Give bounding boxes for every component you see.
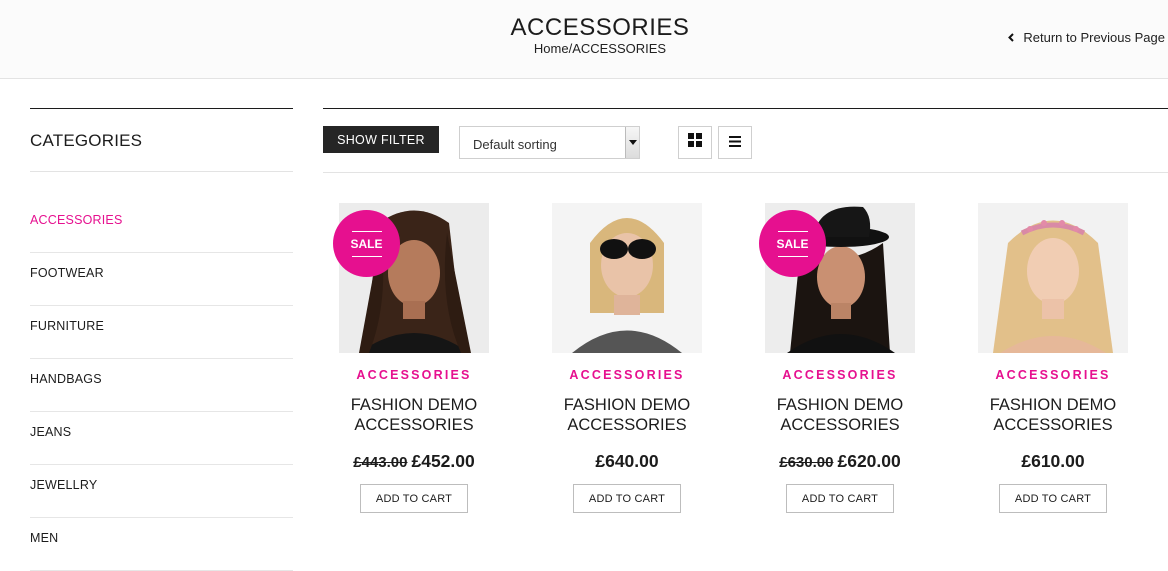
product-category-link[interactable]: ACCESSORIES — [749, 368, 931, 382]
page-title: ACCESSORIES — [510, 14, 690, 41]
add-to-cart-button[interactable]: ADD TO CART — [999, 484, 1107, 513]
shop-toolbar: SHOW FILTER Default sorting — [323, 109, 1168, 172]
category-item-accessories[interactable]: ACCESSORIES — [30, 200, 293, 253]
product-category-link[interactable]: ACCESSORIES — [323, 368, 505, 382]
sale-badge-label: SALE — [350, 236, 383, 251]
sorting-select-value: Default sorting — [473, 137, 557, 152]
product-price: £630.00 £620.00 — [749, 451, 931, 472]
toolbar-divider — [323, 172, 1168, 173]
product-category-link[interactable]: ACCESSORIES — [536, 368, 718, 382]
product-card: ACCESSORIES FASHION DEMO ACCESSORIES £61… — [962, 203, 1144, 513]
sale-badge-label: SALE — [776, 236, 809, 251]
product-title-line: ACCESSORIES — [567, 416, 687, 434]
product-title-line: ACCESSORIES — [354, 416, 474, 434]
product-title-line: ACCESSORIES — [993, 416, 1113, 434]
product-card: ACCESSORIES FASHION DEMO ACCESSORIES £64… — [536, 203, 718, 513]
category-item-handbags[interactable]: HANDBAGS — [30, 359, 293, 412]
old-price: £630.00 — [779, 454, 834, 471]
sale-badge: SALE — [759, 210, 826, 277]
product-image[interactable] — [552, 203, 702, 353]
current-price: £610.00 — [1021, 451, 1085, 471]
page-header: ACCESSORIES Home/ACCESSORIES Return to P… — [0, 0, 1168, 79]
breadcrumb-home[interactable]: Home — [534, 41, 569, 56]
product-title-line: FASHION DEMO — [563, 396, 691, 414]
sidebar-divider — [30, 171, 293, 172]
grid-icon — [688, 133, 702, 152]
product-title[interactable]: FASHION DEMO ACCESSORIES — [749, 395, 931, 435]
category-list: ACCESSORIES FOOTWEAR FURNITURE HANDBAGS … — [30, 200, 293, 571]
sale-badge: SALE — [333, 210, 400, 277]
sidebar-divider — [30, 108, 293, 109]
product-category-link[interactable]: ACCESSORIES — [962, 368, 1144, 382]
product-title-line: FASHION DEMO — [776, 396, 904, 414]
product-title[interactable]: FASHION DEMO ACCESSORIES — [323, 395, 505, 435]
sorting-select[interactable]: Default sorting — [459, 126, 640, 159]
category-item-furniture[interactable]: FURNITURE — [30, 306, 293, 359]
product-title[interactable]: FASHION DEMO ACCESSORIES — [536, 395, 718, 435]
product-card: SALE ACCESSORIES FASHION DEMO ACCESSORIE… — [749, 203, 931, 513]
return-to-previous-link[interactable]: Return to Previous Page — [1008, 30, 1165, 45]
list-view-button[interactable] — [718, 126, 752, 159]
product-card: SALE ACCESSORIES FASHION DEMO ACCESSORIE… — [323, 203, 505, 513]
caret-down-icon — [625, 127, 639, 158]
product-title-line: FASHION DEMO — [350, 396, 478, 414]
category-item-jeans[interactable]: JEANS — [30, 412, 293, 465]
old-price: £443.00 — [353, 454, 408, 471]
breadcrumb-current: ACCESSORIES — [572, 41, 667, 56]
category-item-men[interactable]: MEN — [30, 518, 293, 571]
product-price: £610.00 — [962, 451, 1144, 472]
grid-view-button[interactable] — [678, 126, 712, 159]
breadcrumb: Home/ACCESSORIES — [0, 41, 1168, 56]
add-to-cart-button[interactable]: ADD TO CART — [360, 484, 468, 513]
current-price: £452.00 — [411, 451, 475, 471]
current-price: £640.00 — [595, 451, 659, 471]
sidebar: CATEGORIES ACCESSORIES FOOTWEAR FURNITUR… — [30, 108, 293, 571]
product-area: SHOW FILTER Default sorting SALE ACCESSO… — [323, 108, 1168, 513]
category-item-footwear[interactable]: FOOTWEAR — [30, 253, 293, 306]
add-to-cart-button[interactable]: ADD TO CART — [573, 484, 681, 513]
product-title-line: FASHION DEMO — [989, 396, 1117, 414]
return-link-label: Return to Previous Page — [1023, 30, 1165, 45]
list-icon — [729, 134, 741, 152]
current-price: £620.00 — [837, 451, 901, 471]
product-image[interactable] — [978, 203, 1128, 353]
add-to-cart-button[interactable]: ADD TO CART — [786, 484, 894, 513]
category-item-jewellry[interactable]: JEWELLRY — [30, 465, 293, 518]
product-title[interactable]: FASHION DEMO ACCESSORIES — [962, 395, 1144, 435]
product-price: £443.00 £452.00 — [323, 451, 505, 472]
categories-title: CATEGORIES — [30, 131, 143, 150]
show-filter-button[interactable]: SHOW FILTER — [323, 126, 439, 153]
product-price: £640.00 — [536, 451, 718, 472]
product-title-line: ACCESSORIES — [780, 416, 900, 434]
chevron-left-icon — [1008, 33, 1015, 42]
